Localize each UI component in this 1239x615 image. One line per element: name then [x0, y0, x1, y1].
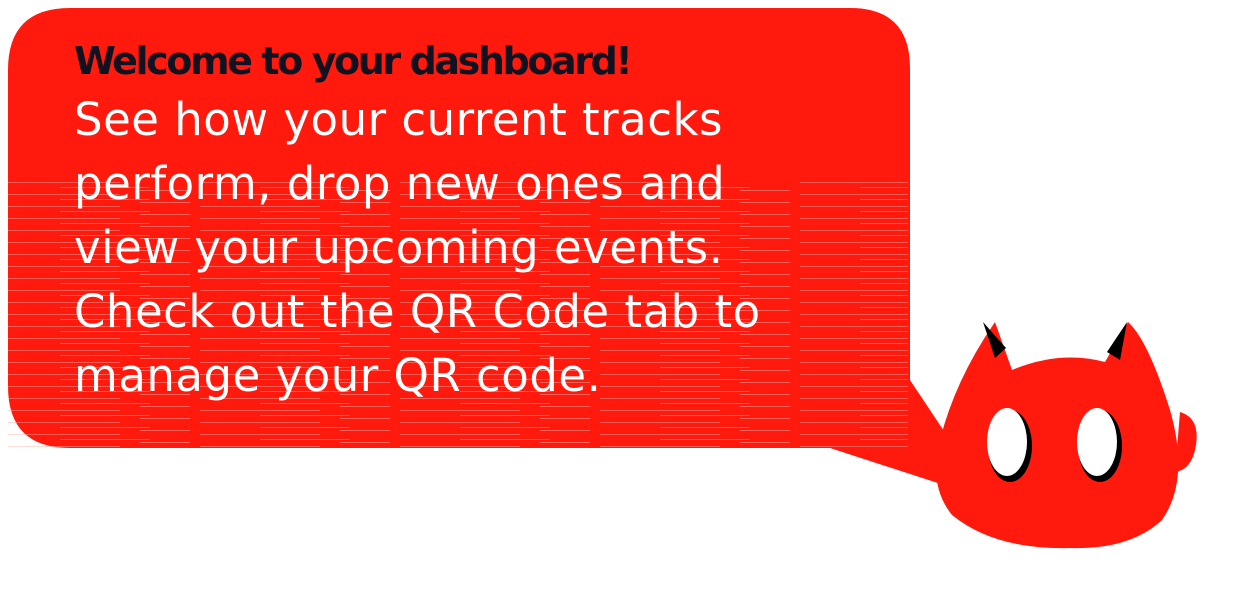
- tooltip-text: Welcome to your dashboard! See how your …: [74, 34, 894, 408]
- tooltip-line: perform, drop new ones and: [74, 157, 726, 210]
- tooltip-line: manage your QR code.: [74, 349, 602, 402]
- tooltip-line: view your upcoming events.: [74, 221, 724, 274]
- tooltip-headline: Welcome to your dashboard!: [74, 39, 633, 83]
- tooltip-line: Check out the QR Code tab to: [74, 285, 761, 338]
- tooltip-line: See how your current tracks: [74, 93, 723, 146]
- red-devil-cat-mascot-icon: [936, 322, 1197, 549]
- onboarding-tooltip: Welcome to your dashboard! See how your …: [0, 0, 1239, 615]
- mascot-head: [936, 322, 1179, 549]
